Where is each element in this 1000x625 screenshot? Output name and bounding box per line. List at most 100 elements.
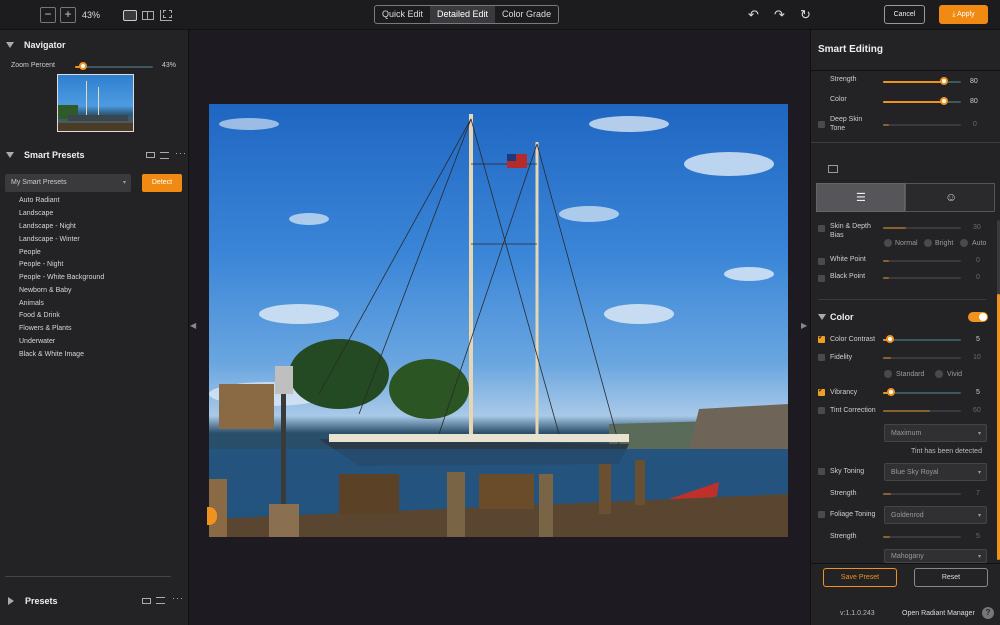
preset-item[interactable]: Food & Drink <box>19 312 60 319</box>
preset-item[interactable]: Auto Radiant <box>19 197 59 204</box>
black-point-value: 0 <box>976 274 980 281</box>
white-point-checkbox[interactable] <box>818 258 825 265</box>
more-options-icon[interactable]: ··· <box>175 148 187 158</box>
tint-dropdown[interactable]: Maximum ▾ <box>884 424 987 442</box>
fidelity-checkbox[interactable] <box>818 354 825 361</box>
vibrancy-checkbox[interactable] <box>818 386 825 396</box>
white-point-slider-track[interactable] <box>883 260 961 262</box>
black-point-checkbox[interactable] <box>818 275 825 282</box>
color-section-toggle[interactable] <box>968 312 988 322</box>
single-view-icon[interactable] <box>123 10 137 21</box>
collapse-right-icon[interactable]: ▶ <box>801 321 807 330</box>
open-radiant-manager-link[interactable]: Open Radiant Manager <box>902 610 975 617</box>
undo-icon[interactable]: ↶ <box>748 8 759 21</box>
navigator-thumbnail[interactable] <box>57 74 134 132</box>
right-panel: Smart Editing Strength 80 Color 80 Deep … <box>810 30 1000 625</box>
more-options-icon[interactable]: ··· <box>172 593 184 603</box>
tab-quick-edit[interactable]: Quick Edit <box>375 6 430 23</box>
preset-item[interactable]: Flowers & Plants <box>19 325 72 332</box>
tint-checkbox[interactable] <box>818 407 825 414</box>
preset-item[interactable]: People <box>19 249 41 256</box>
portrait-tab[interactable]: ☺ <box>905 183 995 212</box>
zoom-slider-knob[interactable] <box>79 62 87 70</box>
presets-expand-icon[interactable] <box>8 597 14 605</box>
sky-strength-slider-track[interactable] <box>883 493 961 495</box>
preset-item[interactable]: Newborn & Baby <box>19 287 72 294</box>
smart-presets-dropdown-value: My Smart Presets <box>11 179 67 186</box>
foliage-variant-dropdown[interactable]: Mahogany ▾ <box>884 549 987 563</box>
smart-presets-dropdown[interactable]: My Smart Presets ▾ <box>5 174 131 192</box>
strength-slider-knob[interactable] <box>940 77 948 85</box>
bias-bright-radio[interactable] <box>924 239 932 247</box>
preset-item[interactable]: Landscape - Night <box>19 223 76 230</box>
fidelity-vivid-radio[interactable] <box>935 370 943 378</box>
collapse-left-icon[interactable]: ◀ <box>190 321 196 330</box>
bias-auto-radio[interactable] <box>960 239 968 247</box>
strength-label: Strength <box>830 76 857 83</box>
help-icon[interactable]: ? <box>982 607 994 619</box>
split-view-icon[interactable] <box>142 11 154 20</box>
refresh-icon[interactable]: ↻ <box>800 8 811 21</box>
foliage-strength-slider-track[interactable] <box>883 536 961 538</box>
navigator-collapse-icon[interactable] <box>6 42 14 48</box>
crop-view-icon[interactable] <box>160 10 172 21</box>
color-label: Color <box>830 96 847 103</box>
preset-item[interactable]: Underwater <box>19 338 55 345</box>
sky-toning-checkbox[interactable] <box>818 468 825 475</box>
preset-item[interactable]: Black & White Image <box>19 351 84 358</box>
smart-presets-collapse-icon[interactable] <box>6 152 14 158</box>
skin-depth-checkbox[interactable] <box>818 225 825 232</box>
grid-view-icon[interactable] <box>146 152 155 158</box>
fidelity-standard-radio[interactable] <box>884 370 892 378</box>
sky-toning-dropdown[interactable]: Blue Sky Royal ▾ <box>884 463 987 481</box>
preset-item[interactable]: Landscape <box>19 210 53 217</box>
sky-toning-dropdown-value: Blue Sky Royal <box>891 469 939 476</box>
foliage-toning-checkbox[interactable] <box>818 511 825 518</box>
zoom-out-button[interactable]: − <box>40 7 56 23</box>
bias-normal-radio[interactable] <box>884 239 892 247</box>
bias-normal-label: Normal <box>895 240 918 247</box>
color-contrast-slider-track[interactable] <box>883 339 961 341</box>
sky-strength-value: 7 <box>976 490 980 497</box>
fidelity-vivid-label: Vivid <box>947 371 963 378</box>
apply-button[interactable]: ⤓ Apply <box>939 5 988 24</box>
deep-skin-checkbox[interactable] <box>818 121 825 128</box>
adjustments-tab[interactable]: ☰ <box>816 183 905 212</box>
save-preset-button[interactable]: Save Preset <box>823 568 897 587</box>
tab-color-grade[interactable]: Color Grade <box>495 6 558 23</box>
black-point-slider-track[interactable] <box>883 277 961 279</box>
fidelity-slider-track[interactable] <box>883 357 961 359</box>
photo-preview[interactable] <box>209 104 788 537</box>
list-view-icon[interactable] <box>160 152 169 159</box>
skin-depth-slider-fill <box>883 227 906 229</box>
tint-value: 60 <box>973 407 981 414</box>
detect-button[interactable]: Detect <box>142 174 182 192</box>
chevron-down-icon: ▾ <box>977 513 981 519</box>
zoom-in-button[interactable]: + <box>60 7 76 23</box>
preset-item[interactable]: Landscape - Winter <box>19 236 80 243</box>
face-icon: ☺ <box>945 190 958 204</box>
smart-editing-title: Smart Editing <box>818 44 884 55</box>
foliage-variant-dropdown-value: Mahogany <box>891 553 924 560</box>
cancel-button[interactable]: Cancel <box>884 5 925 24</box>
fidelity-label: Fidelity <box>830 354 853 361</box>
list-view-icon[interactable] <box>156 597 165 604</box>
redo-icon[interactable]: ↷ <box>774 8 785 21</box>
color-section-collapse-icon[interactable] <box>818 314 826 320</box>
grid-view-icon[interactable] <box>142 598 151 604</box>
preset-item[interactable]: People - White Background <box>19 274 104 281</box>
tab-detailed-edit[interactable]: Detailed Edit <box>430 6 496 23</box>
color-contrast-checkbox[interactable] <box>818 333 825 343</box>
preset-item[interactable]: Animals <box>19 300 44 307</box>
vibrancy-slider-knob[interactable] <box>887 388 895 396</box>
reset-button[interactable]: Reset <box>914 568 988 587</box>
deep-skin-slider-track[interactable] <box>883 124 961 126</box>
white-point-slider-fill <box>883 260 889 262</box>
deep-skin-label: Deep Skin <box>830 116 863 123</box>
preset-item[interactable]: People - Night <box>19 261 63 268</box>
color-contrast-slider-knob[interactable] <box>886 335 894 343</box>
skin-depth-label-2: Bias <box>830 232 844 239</box>
canvas-area: ◀ ▶ <box>190 30 809 625</box>
color-slider-knob[interactable] <box>940 97 948 105</box>
foliage-toning-dropdown[interactable]: Goldenrod ▾ <box>884 506 987 524</box>
